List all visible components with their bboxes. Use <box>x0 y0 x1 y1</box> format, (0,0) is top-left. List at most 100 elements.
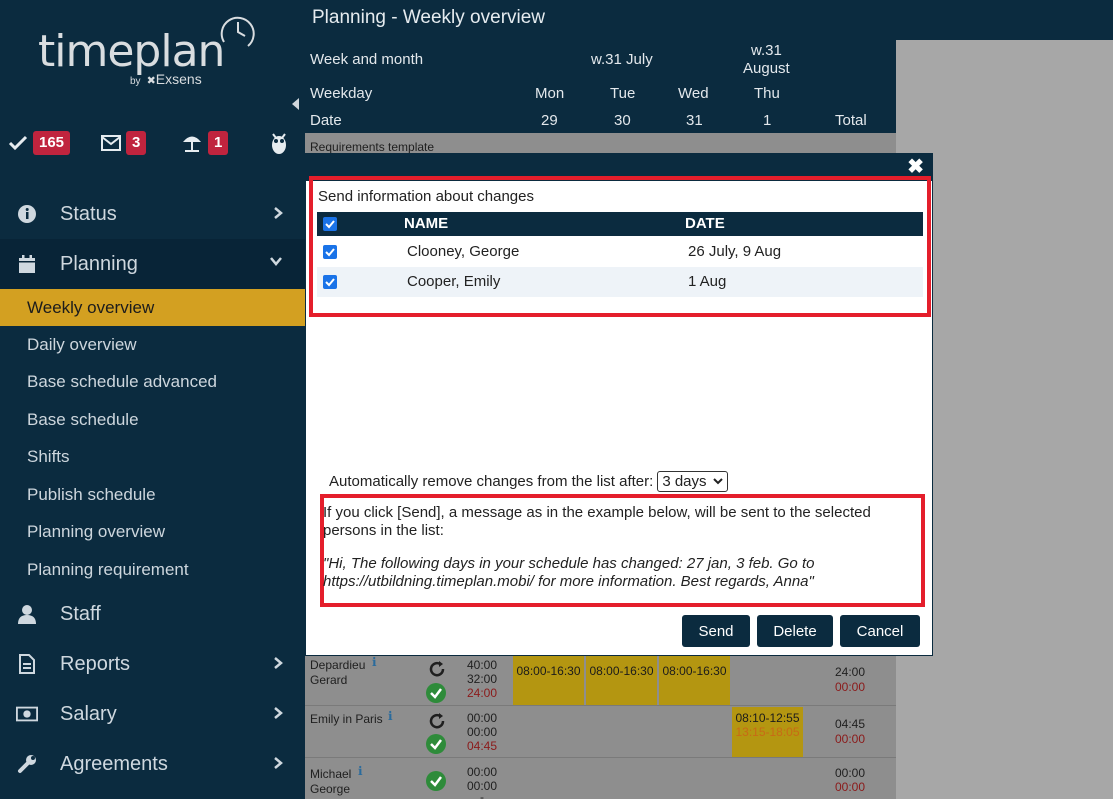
submenu-publish-schedule[interactable]: Publish schedule <box>0 476 305 513</box>
weekday-thu: Thu <box>754 85 780 102</box>
recipient-row[interactable]: Cooper, Emily 1 Aug <box>317 267 923 297</box>
sidebar-item-reports[interactable]: Reports <box>0 639 305 689</box>
sidebar-item-agreements[interactable]: Agreements <box>0 739 305 789</box>
absence-stat[interactable]: 1 <box>181 131 229 155</box>
exsens-mark-icon: ✖ <box>146 75 156 87</box>
total-hours: 24:00 <box>835 665 866 679</box>
shift-cell[interactable]: 08:00-16:30 <box>513 656 584 705</box>
weekday-mon: Mon <box>535 85 565 102</box>
total-hours: 04:45 <box>835 717 866 731</box>
chevron-right-icon <box>274 207 283 219</box>
column-header-date[interactable]: DATE <box>685 215 725 232</box>
shift-cell[interactable]: 08:00-16:30 <box>659 656 730 705</box>
recipient-checkbox[interactable] <box>323 275 337 289</box>
sidebar-item-label: Reports <box>60 652 131 675</box>
sidebar-item-label: Planning <box>60 252 138 275</box>
approved-check-icon <box>426 771 446 791</box>
chevron-down-icon <box>712 478 723 485</box>
hours-2: 32:00 <box>467 672 498 686</box>
send-changes-dialog: ✖ Send information about changes NAME DA… <box>305 153 933 656</box>
send-button[interactable]: Send <box>682 615 750 647</box>
total-extra: 00:00 <box>835 680 866 694</box>
sidebar-item-salary[interactable]: Salary <box>0 689 305 739</box>
employee-name[interactable]: Emily in Paris <box>310 712 383 726</box>
refresh-icon[interactable] <box>428 660 446 678</box>
row-divider <box>305 757 896 758</box>
sidebar-item-planning[interactable]: Planning <box>0 239 305 289</box>
sidebar-item-staff[interactable]: Staff <box>0 589 305 639</box>
submenu-weekly-overview[interactable]: Weekly overview <box>0 289 305 326</box>
absence-badge: 1 <box>208 131 229 155</box>
delete-button[interactable]: Delete <box>757 615 833 647</box>
auto-remove-setting: Automatically remove changes from the li… <box>329 471 728 492</box>
banknote-icon <box>16 703 38 725</box>
submenu-shifts[interactable]: Shifts <box>0 438 305 475</box>
week-aug-month: August <box>743 60 790 77</box>
chevron-right-icon <box>274 707 283 719</box>
column-header-name[interactable]: NAME <box>404 215 448 232</box>
select-all-checkbox[interactable] <box>323 217 337 231</box>
row-label-date: Date <box>310 112 342 129</box>
sidebar-item-label: Staff <box>60 602 101 625</box>
recipient-checkbox[interactable] <box>323 245 337 259</box>
hours-1: 00:00 <box>467 765 498 779</box>
total-hours: 00:00 <box>835 766 866 780</box>
shift-cell[interactable]: 08:00-16:30 <box>586 656 657 705</box>
refresh-icon[interactable] <box>428 712 446 730</box>
info-icon[interactable]: ℹ <box>358 764 363 778</box>
row-divider <box>305 705 896 706</box>
example-message: "Hi, The following days in your schedule… <box>323 555 815 590</box>
collapse-sidebar-icon[interactable] <box>292 98 299 110</box>
timeplan-logo[interactable]: timeplan by ✖Exsens <box>38 16 268 92</box>
info-icon[interactable]: ℹ <box>388 709 393 723</box>
recipient-row[interactable]: Clooney, George 26 July, 9 Aug <box>317 237 923 267</box>
wrench-icon <box>16 753 38 775</box>
hours-1: 00:00 <box>467 711 498 725</box>
owl-stat[interactable] <box>270 131 288 155</box>
cancel-button[interactable]: Cancel <box>840 615 920 647</box>
info-circle-icon <box>16 203 38 225</box>
logo-vendor: by ✖Exsens <box>130 71 202 87</box>
submenu-daily-overview[interactable]: Daily overview <box>0 326 305 363</box>
chevron-down-icon <box>270 257 282 266</box>
submenu-planning-requirement[interactable]: Planning requirement <box>0 551 305 588</box>
envelope-icon <box>101 135 121 151</box>
recipient-name: Cooper, Emily <box>407 273 501 290</box>
total-extra: 00:00 <box>835 780 866 794</box>
recipient-dates: 1 Aug <box>688 273 727 290</box>
week-aug-label: w.31 <box>751 42 782 59</box>
calendar-icon <box>16 253 38 275</box>
total-extra: 00:00 <box>835 732 866 746</box>
tasks-badge: 165 <box>33 131 71 155</box>
sidebar-item-status[interactable]: Status <box>0 189 305 239</box>
shift-cell[interactable]: 08:10-12:55 13:15-18:05 <box>732 707 803 757</box>
submenu-base-schedule-advanced[interactable]: Base schedule advanced <box>0 363 305 400</box>
recipient-dates: 26 July, 9 Aug <box>688 243 782 260</box>
recipient-name: Clooney, George <box>407 243 520 260</box>
employee-name[interactable]: Depardieu <box>310 658 365 672</box>
document-icon <box>16 653 38 675</box>
check-icon <box>8 135 28 151</box>
hours-3: - <box>480 790 484 804</box>
employee-name[interactable]: Michael <box>310 767 351 781</box>
chevron-right-icon <box>274 757 283 769</box>
tasks-stat[interactable]: 165 <box>8 131 71 155</box>
date-tue: 30 <box>614 112 631 129</box>
week-july-label: w.31 July <box>591 51 653 68</box>
logo-text: timeplan <box>38 26 225 77</box>
employee-name-2: Gerard <box>310 673 348 687</box>
messages-stat[interactable]: 3 <box>101 131 147 155</box>
shift-time: 08:10-12:55 <box>735 711 800 725</box>
close-icon[interactable]: ✖ <box>907 157 924 177</box>
section-title: Send information about changes <box>318 188 534 205</box>
employee-name-2: George <box>310 782 351 796</box>
messages-badge: 3 <box>126 131 147 155</box>
weekday-tue: Tue <box>610 85 636 102</box>
submenu-base-schedule[interactable]: Base schedule <box>0 401 305 438</box>
approved-check-icon <box>426 734 446 754</box>
sidebar-item-label: Agreements <box>60 752 168 775</box>
submenu-planning-overview[interactable]: Planning overview <box>0 513 305 550</box>
info-icon[interactable]: ℹ <box>372 655 377 669</box>
auto-remove-select[interactable]: 3 days <box>657 471 728 492</box>
date-thu: 1 <box>763 112 772 129</box>
